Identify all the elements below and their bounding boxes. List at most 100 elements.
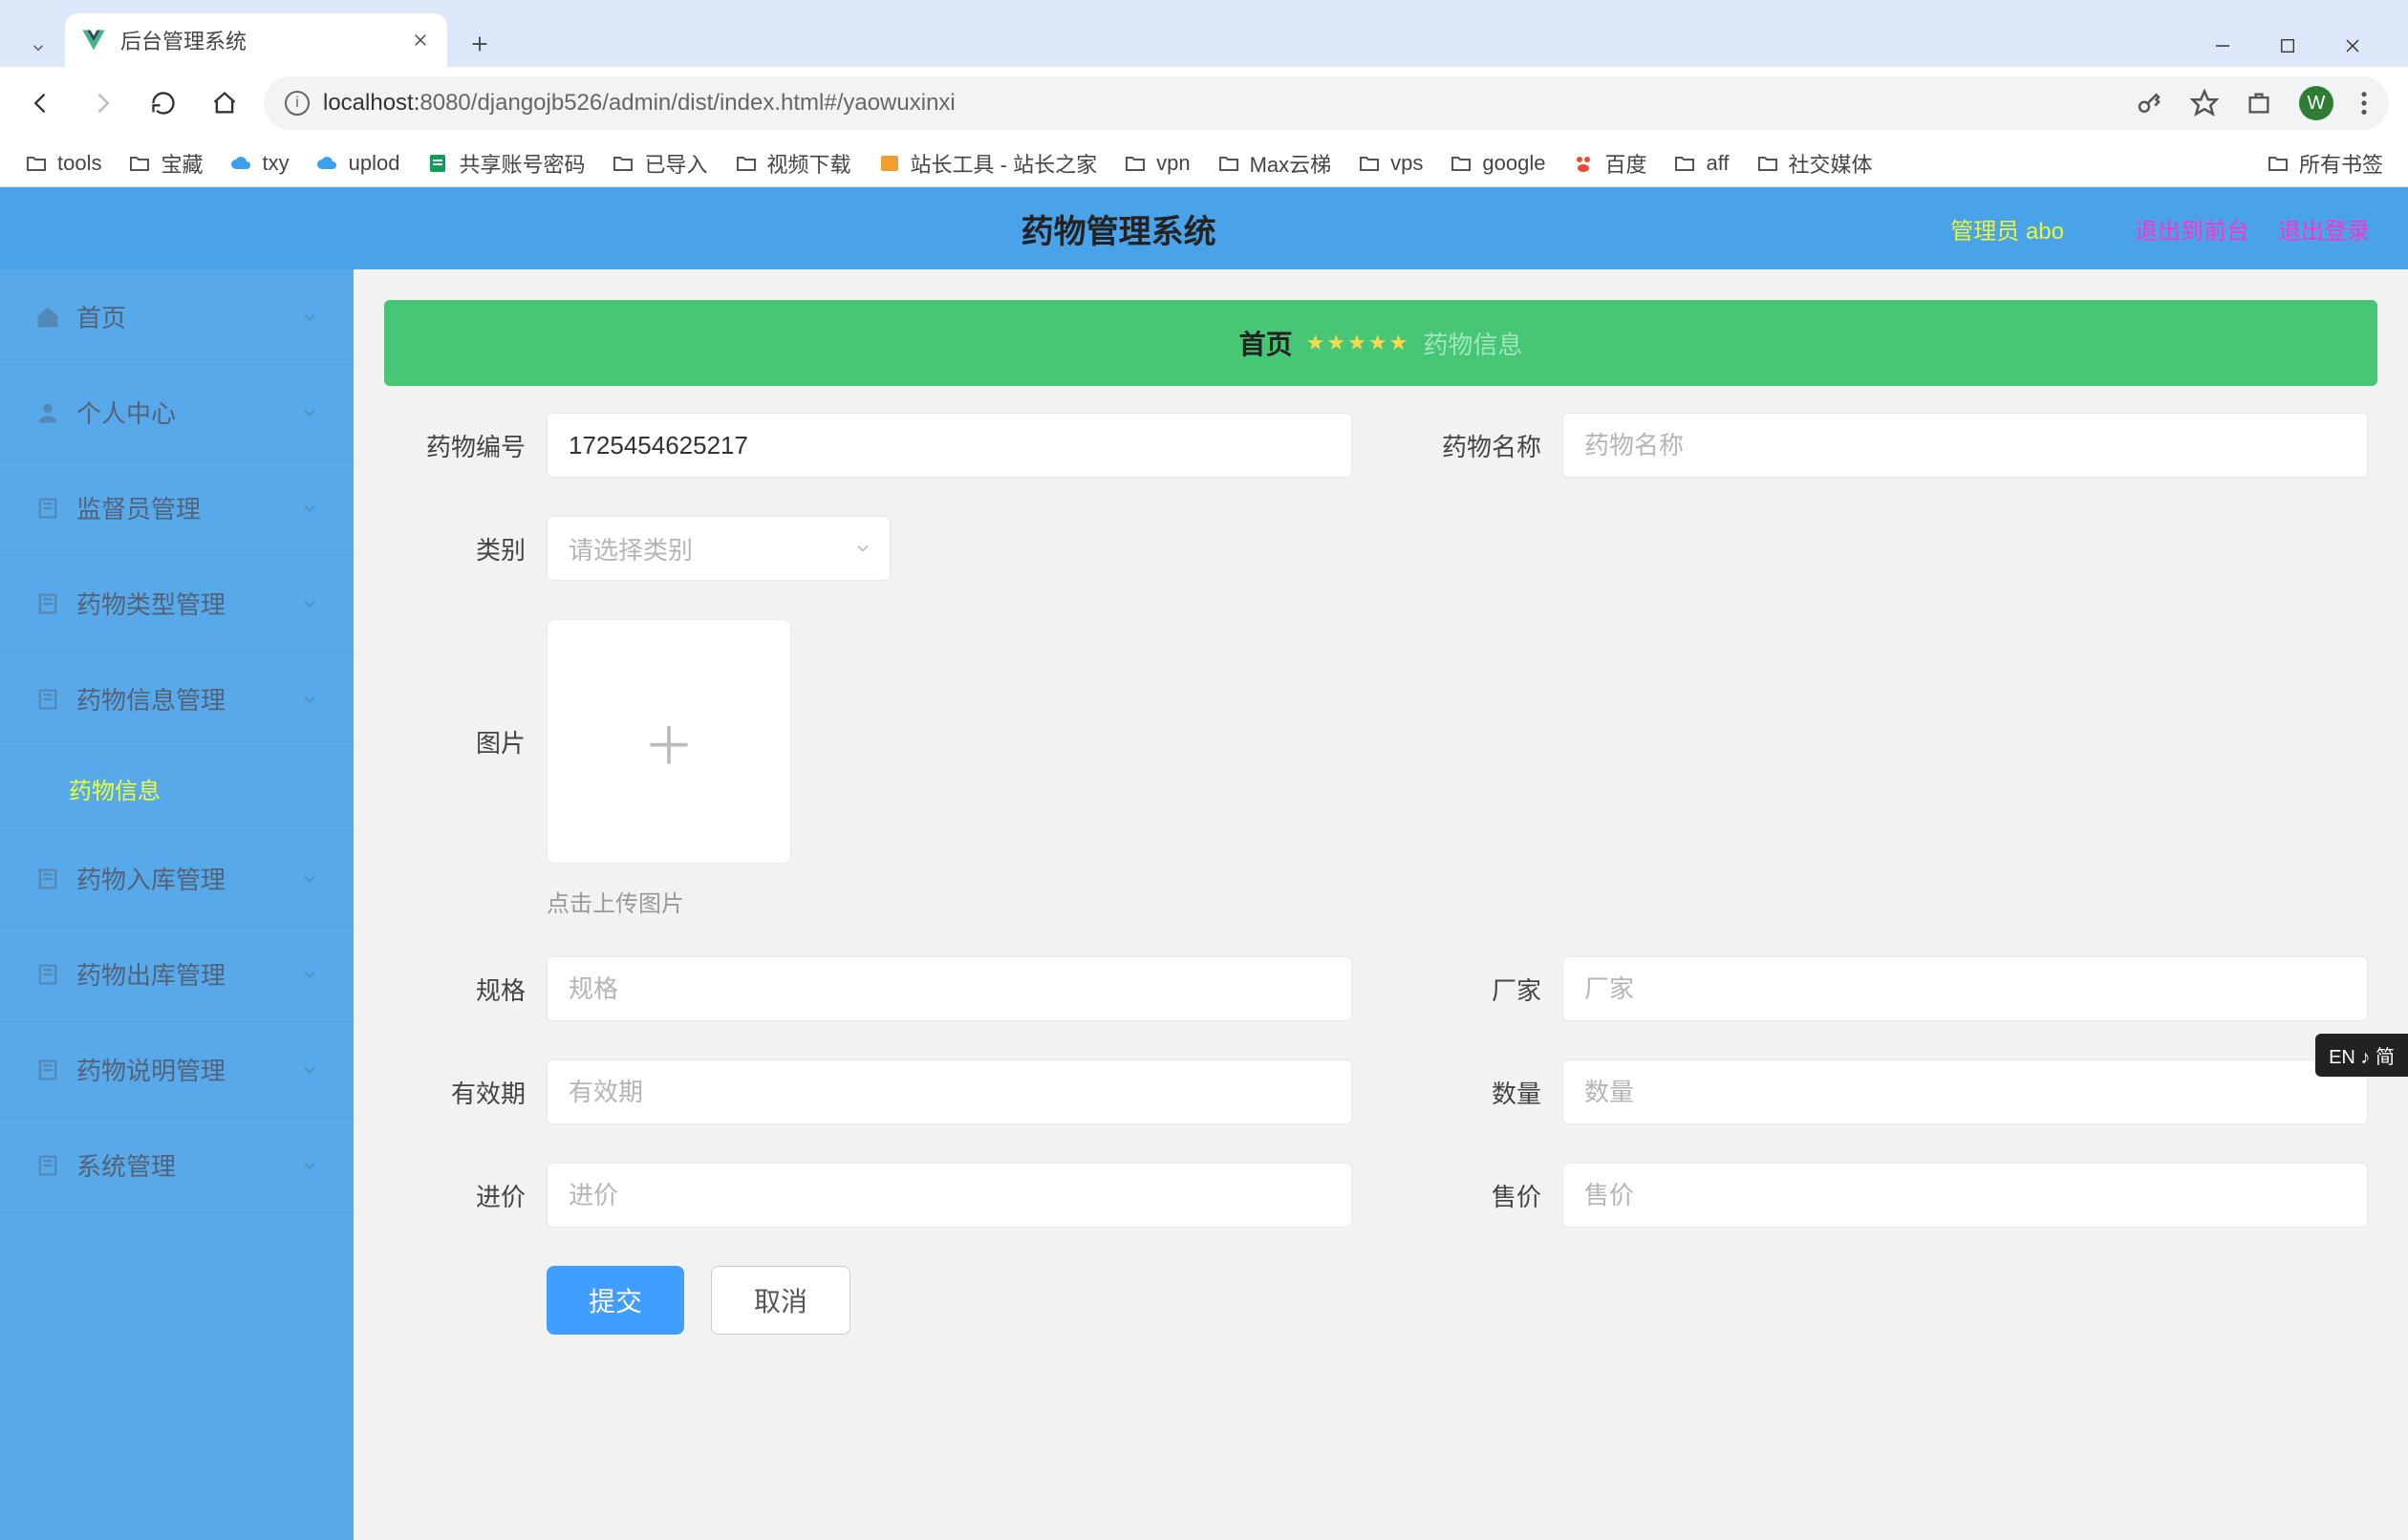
expiry-input[interactable] — [547, 1059, 1352, 1124]
bookmark-item[interactable]: 社交媒体 — [1756, 148, 1873, 179]
url-text: localhost:8080/djangojb526/admin/dist/in… — [323, 90, 956, 117]
chevron-down-icon — [300, 965, 319, 984]
sidebar-subitem[interactable]: 药物信息 — [0, 747, 354, 831]
password-key-icon[interactable] — [2135, 89, 2163, 118]
bookmark-item[interactable]: 站长工具 - 站长之家 — [878, 148, 1098, 179]
app-header: 药物管理系统 管理员 abo 退出到前台 退出登录 — [0, 187, 2408, 269]
extensions-icon[interactable] — [2246, 90, 2272, 117]
minimize-button[interactable] — [2196, 25, 2249, 67]
profile-avatar[interactable]: W — [2299, 86, 2333, 120]
plus-icon: ＋ — [643, 704, 695, 780]
spec-input[interactable] — [547, 956, 1352, 1021]
sidebar-item[interactable]: 个人中心 — [0, 365, 354, 460]
back-button[interactable] — [19, 81, 63, 125]
bookmark-item[interactable]: 宝藏 — [128, 148, 203, 179]
home-button[interactable] — [203, 81, 247, 125]
forward-button[interactable] — [80, 81, 124, 125]
tab-title: 后台管理系统 — [120, 25, 396, 55]
browser-chrome: 后台管理系统 i localhost:8080/djangojb526/admi… — [0, 0, 2408, 187]
app-title: 药物管理系统 — [287, 205, 1950, 252]
all-bookmarks[interactable]: 所有书签 — [2267, 148, 2383, 179]
close-tab-icon[interactable] — [409, 29, 432, 52]
site-info-icon[interactable]: i — [285, 91, 310, 116]
bookmark-item[interactable]: google — [1450, 151, 1545, 176]
quantity-label: 数量 — [1409, 1075, 1562, 1110]
chevron-down-icon — [300, 403, 319, 422]
category-label: 类别 — [394, 531, 547, 567]
chevron-down-icon — [300, 690, 319, 709]
breadcrumb-home[interactable]: 首页 — [1239, 324, 1293, 362]
bookmark-item[interactable]: vpn — [1124, 151, 1190, 176]
chevron-down-icon — [300, 308, 319, 327]
category-select[interactable]: 请选择类别 — [547, 516, 891, 581]
logout-to-front-link[interactable]: 退出到前台 — [2135, 212, 2249, 246]
sidebar-item[interactable]: 药物类型管理 — [0, 556, 354, 652]
submit-button[interactable]: 提交 — [547, 1266, 684, 1335]
chevron-down-icon — [300, 1060, 319, 1080]
close-window-button[interactable] — [2326, 25, 2379, 67]
sidebar: 首页个人中心监督员管理药物类型管理药物信息管理药物信息药物入库管理药物出库管理药… — [0, 269, 354, 1540]
ime-indicator[interactable]: EN ♪ 简 — [2315, 1034, 2408, 1077]
sale-price-input[interactable] — [1562, 1163, 2368, 1228]
vue-favicon-icon — [80, 27, 107, 53]
window-controls — [2196, 25, 2398, 67]
current-user: 管理员 abo — [1950, 212, 2064, 246]
cancel-button[interactable]: 取消 — [711, 1266, 850, 1335]
bookmark-item[interactable]: tools — [25, 151, 101, 176]
sidebar-item[interactable]: 首页 — [0, 269, 354, 365]
bookmark-item[interactable]: 共享账号密码 — [426, 148, 585, 179]
manufacturer-input[interactable] — [1562, 956, 2368, 1021]
breadcrumb-current: 药物信息 — [1423, 326, 1522, 361]
spec-label: 规格 — [394, 972, 547, 1007]
drug-id-input[interactable] — [547, 413, 1352, 478]
expiry-label: 有效期 — [394, 1075, 547, 1110]
category-placeholder: 请选择类别 — [569, 531, 693, 567]
chevron-down-icon — [300, 869, 319, 888]
app: 药物管理系统 管理员 abo 退出到前台 退出登录 首页个人中心监督员管理药物类… — [0, 187, 2408, 1540]
logout-link[interactable]: 退出登录 — [2278, 212, 2370, 246]
main-content: 首页 ★★★★★ 药物信息 药物编号 药物名称 类别 — [354, 269, 2408, 1540]
purchase-price-input[interactable] — [547, 1163, 1352, 1228]
browser-tab[interactable]: 后台管理系统 — [65, 13, 447, 67]
tab-strip: 后台管理系统 — [0, 0, 2408, 67]
maximize-button[interactable] — [2261, 25, 2314, 67]
bookmark-item[interactable]: vps — [1358, 151, 1423, 176]
manufacturer-label: 厂家 — [1409, 972, 1562, 1007]
bookmark-item[interactable]: txy — [230, 151, 290, 176]
reload-button[interactable] — [141, 81, 185, 125]
chevron-down-icon — [853, 539, 872, 558]
sidebar-item[interactable]: 药物入库管理 — [0, 831, 354, 927]
bookmarks-bar: tools 宝藏 txy uplod 共享账号密码已导入视频下载站长工具 - 站长之家 v… — [0, 139, 2408, 187]
sidebar-item[interactable]: 药物说明管理 — [0, 1022, 354, 1118]
bookmark-star-icon[interactable] — [2190, 89, 2219, 118]
bookmark-item[interactable]: 已导入 — [612, 148, 707, 179]
bookmark-item[interactable]: 百度 — [1572, 148, 1646, 179]
breadcrumb-stars-icon: ★★★★★ — [1306, 331, 1410, 355]
sidebar-item[interactable]: 监督员管理 — [0, 460, 354, 556]
address-bar[interactable]: i localhost:8080/djangojb526/admin/dist/… — [264, 76, 2389, 130]
bookmark-item[interactable]: Max云梯 — [1217, 148, 1332, 179]
drug-id-label: 药物编号 — [394, 428, 547, 463]
breadcrumb: 首页 ★★★★★ 药物信息 — [384, 300, 2377, 386]
sidebar-item[interactable]: 药物信息管理 — [0, 652, 354, 747]
drug-name-label: 药物名称 — [1409, 428, 1562, 463]
tab-search-dropdown[interactable] — [19, 29, 57, 67]
bookmark-item[interactable]: uplod — [316, 151, 400, 176]
new-tab-button[interactable] — [457, 21, 503, 67]
bookmark-item[interactable]: aff — [1673, 151, 1729, 176]
image-label: 图片 — [394, 619, 547, 759]
form-actions: 提交 取消 — [547, 1266, 2368, 1335]
sidebar-item[interactable]: 药物出库管理 — [0, 927, 354, 1022]
chevron-down-icon — [300, 594, 319, 613]
image-upload[interactable]: ＋ — [547, 619, 791, 864]
upload-hint: 点击上传图片 — [547, 885, 684, 918]
quantity-input[interactable] — [1562, 1059, 2368, 1124]
form: 药物编号 药物名称 类别 请选择类别 — [384, 413, 2377, 1335]
bookmark-item[interactable]: 视频下载 — [735, 148, 851, 179]
sidebar-item[interactable]: 系统管理 — [0, 1118, 354, 1213]
browser-menu-icon[interactable] — [2360, 90, 2368, 117]
chevron-down-icon — [300, 1156, 319, 1175]
browser-toolbar: i localhost:8080/djangojb526/admin/dist/… — [0, 67, 2408, 139]
drug-name-input[interactable] — [1562, 413, 2368, 478]
chevron-down-icon — [300, 499, 319, 518]
